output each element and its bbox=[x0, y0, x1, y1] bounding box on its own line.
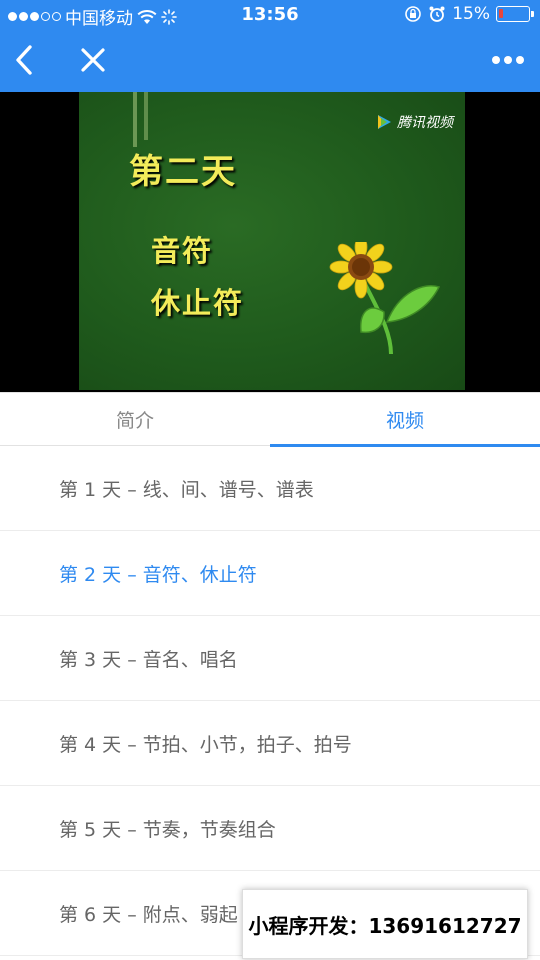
video-line-1: 音符 bbox=[151, 234, 214, 268]
play-logo-icon bbox=[378, 115, 391, 129]
battery-percent: 15% bbox=[452, 4, 490, 24]
list-item[interactable]: 第 3 天 – 音名、唱名 bbox=[0, 616, 540, 701]
list-item[interactable]: 第 5 天 – 节奏，节奏组合 bbox=[0, 786, 540, 871]
tab-videos[interactable]: 视频 bbox=[270, 393, 540, 447]
video-line-2: 休止符 bbox=[151, 286, 245, 320]
close-button[interactable] bbox=[71, 40, 115, 80]
battery-level bbox=[499, 9, 503, 18]
list-item[interactable]: 第 4 天 – 节拍、小节，拍子、拍号 bbox=[0, 701, 540, 786]
video-player[interactable]: 腾讯视频 第二天 音符 休止符 bbox=[0, 92, 540, 392]
episode-list: 第 1 天 – 线、间、谱号、谱表 第 2 天 – 音符、休止符 第 3 天 –… bbox=[0, 446, 540, 956]
list-item[interactable]: 第 1 天 – 线、间、谱号、谱表 bbox=[0, 446, 540, 531]
tab-bar: 简介 视频 bbox=[0, 392, 540, 447]
orientation-lock-icon bbox=[405, 6, 422, 22]
tab-intro[interactable]: 简介 bbox=[0, 393, 270, 446]
chevron-left-icon bbox=[16, 45, 32, 75]
more-button[interactable] bbox=[486, 40, 530, 80]
list-item[interactable]: 第 2 天 – 音符、休止符 bbox=[0, 531, 540, 616]
battery-icon bbox=[496, 6, 534, 22]
tencent-video-logo: 腾讯视频 bbox=[375, 112, 453, 132]
status-bar: 中国移动 13:56 15% bbox=[0, 0, 540, 30]
video-title: 第二天 bbox=[129, 152, 237, 192]
watermark-text: 腾讯视频 bbox=[397, 115, 453, 131]
close-icon bbox=[81, 48, 105, 72]
nav-bar bbox=[0, 30, 540, 92]
more-dots-icon bbox=[492, 56, 524, 64]
video-frame: 腾讯视频 第二天 音符 休止符 bbox=[79, 92, 465, 390]
back-button[interactable] bbox=[2, 40, 46, 80]
status-right: 15% bbox=[404, 4, 534, 24]
sunflower-icon bbox=[329, 242, 441, 355]
promo-banner[interactable]: 小程序开发：13691612727 bbox=[242, 889, 528, 959]
alarm-icon bbox=[429, 6, 445, 22]
light-streaks bbox=[133, 92, 148, 147]
